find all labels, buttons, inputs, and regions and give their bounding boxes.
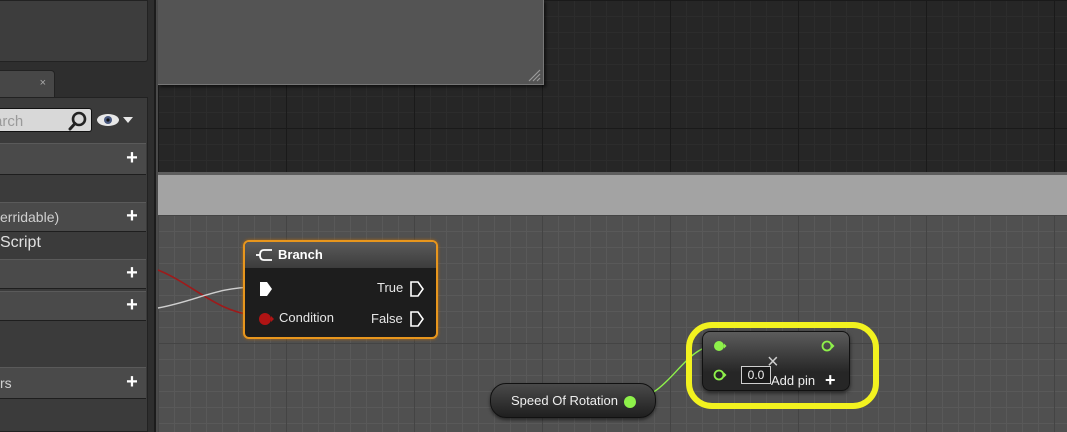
condition-pin-label: Condition	[279, 310, 334, 325]
graph-divider-bar	[158, 172, 1067, 215]
branch-node[interactable]: Branch True Condition False	[243, 240, 438, 339]
resize-handle-icon[interactable]	[527, 68, 541, 82]
add-icon[interactable]: +	[122, 148, 142, 169]
add-icon[interactable]: +	[122, 206, 142, 227]
left-panel-top-box	[0, 0, 148, 62]
true-pin-label: True	[377, 280, 404, 295]
add-pin-plus-icon[interactable]: +	[825, 370, 836, 391]
panel-tab[interactable]: ×	[0, 70, 55, 98]
add-icon[interactable]: +	[122, 295, 142, 316]
input-a-pin-icon[interactable]	[713, 339, 727, 353]
panel-section-row-overridable[interactable]: erridable) +	[0, 202, 146, 232]
add-node[interactable]: × 0.0 Add pin +	[702, 331, 850, 391]
false-pin-label: False	[371, 311, 403, 326]
add-icon[interactable]: +	[122, 372, 142, 393]
add-pin-label[interactable]: Add pin	[771, 373, 815, 388]
add-icon[interactable]: +	[122, 263, 142, 284]
script-item-label[interactable]: Script	[0, 234, 41, 252]
search-box[interactable]	[0, 108, 92, 132]
exec-input-pin-icon[interactable]	[259, 281, 273, 297]
panel-section-row[interactable]: +	[0, 143, 146, 175]
search-input[interactable]	[0, 111, 66, 131]
false-exec-output-pin-icon[interactable]	[410, 311, 424, 327]
view-options-eye-icon[interactable]	[96, 110, 138, 130]
tab-close-icon[interactable]: ×	[40, 77, 46, 89]
left-panel: × + erridable) + Script + + rs +	[0, 0, 156, 432]
output-pin-icon[interactable]	[821, 339, 835, 353]
input-b-pin-icon[interactable]	[713, 368, 727, 382]
comment-box[interactable]	[158, 0, 544, 85]
true-exec-output-pin-icon[interactable]	[410, 281, 424, 297]
panel-section-row[interactable]: +	[0, 291, 146, 321]
input-b-value-field[interactable]: 0.0	[741, 366, 771, 384]
condition-input-pin-icon[interactable]	[258, 311, 275, 327]
panel-section-row[interactable]: rs +	[0, 367, 146, 399]
speed-of-rotation-label: Speed Of Rotation	[511, 393, 618, 408]
branch-node-title: Branch	[278, 247, 323, 262]
branch-node-header[interactable]: Branch	[245, 242, 436, 268]
branch-icon	[256, 249, 272, 261]
speed-of-rotation-node[interactable]: Speed Of Rotation	[490, 383, 656, 418]
panel-section-row[interactable]: +	[0, 259, 146, 289]
float-output-pin-icon[interactable]	[624, 396, 636, 408]
search-icon[interactable]	[68, 111, 88, 131]
